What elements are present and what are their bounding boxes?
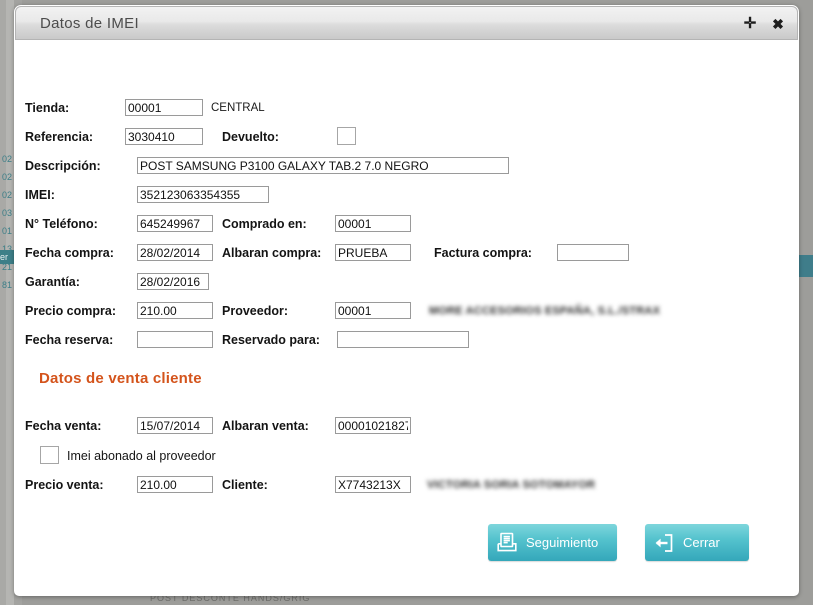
input-fecha-compra[interactable]	[137, 244, 213, 261]
input-albaran-compra[interactable]	[335, 244, 411, 261]
checkbox-devuelto[interactable]	[337, 127, 356, 145]
input-factura-compra[interactable]	[557, 244, 629, 261]
row-imei-abonado: Imei abonado al proveedor	[15, 443, 798, 469]
printer-icon	[488, 524, 526, 561]
input-fecha-reserva[interactable]	[137, 331, 213, 348]
text-cliente-nombre: VICTORIA SORIA SOTOMAYOR	[427, 479, 596, 491]
maximize-icon[interactable]: ✛	[739, 7, 761, 41]
row-tienda: Tienda: CENTRAL	[15, 95, 798, 121]
dialog-body: Tienda: CENTRAL Referencia: Devuelto: De…	[15, 40, 798, 596]
row-fecha-compra: Fecha compra: Albaran compra: Factura co…	[15, 240, 798, 266]
cerrar-button[interactable]: Cerrar	[645, 524, 749, 561]
input-garantia[interactable]	[137, 273, 209, 290]
dialog-title: Datos de IMEI	[40, 15, 139, 32]
row-fecha-reserva: Fecha reserva: Reservado para:	[15, 327, 798, 353]
section-title-venta-cliente: Datos de venta cliente	[39, 370, 202, 387]
input-proveedor[interactable]	[335, 302, 411, 319]
label-referencia: Referencia:	[25, 130, 94, 144]
input-referencia[interactable]	[125, 128, 203, 145]
row-descripcion: Descripción:	[15, 153, 798, 179]
label-precio-venta: Precio venta:	[25, 478, 104, 492]
input-reservado-para[interactable]	[337, 331, 469, 348]
label-fecha-compra: Fecha compra:	[25, 246, 114, 260]
label-fecha-venta: Fecha venta:	[25, 419, 102, 433]
input-telefono[interactable]	[137, 215, 213, 232]
input-cliente[interactable]	[335, 476, 411, 493]
label-imei: IMEI:	[25, 188, 55, 202]
label-imei-abonado: Imei abonado al proveedor	[67, 449, 216, 463]
input-comprado-en[interactable]	[335, 215, 411, 232]
seguimiento-button[interactable]: Seguimiento	[488, 524, 617, 561]
input-tienda[interactable]	[125, 99, 203, 116]
input-albaran-venta[interactable]	[335, 417, 411, 434]
input-precio-compra[interactable]	[137, 302, 213, 319]
label-comprado-en: Comprado en:	[222, 217, 307, 231]
label-proveedor: Proveedor:	[222, 304, 288, 318]
label-telefono: N° Teléfono:	[25, 217, 98, 231]
input-descripcion[interactable]	[137, 157, 509, 174]
label-factura-compra: Factura compra:	[434, 246, 532, 260]
label-fecha-reserva: Fecha reserva:	[25, 333, 114, 347]
row-imei: IMEI:	[15, 182, 798, 208]
label-descripcion: Descripción:	[25, 159, 101, 173]
exit-icon	[645, 524, 683, 561]
dialog-titlebar: Datos de IMEI ✛ ✖	[15, 6, 798, 40]
row-referencia: Referencia: Devuelto:	[15, 124, 798, 150]
row-precio-compra: Precio compra: Proveedor: MORE ACCESORIO…	[15, 298, 798, 324]
label-cliente: Cliente:	[222, 478, 268, 492]
label-tienda: Tienda:	[25, 101, 70, 115]
label-albaran-venta: Albaran venta:	[222, 419, 309, 433]
label-precio-compra: Precio compra:	[25, 304, 117, 318]
close-icon[interactable]: ✖	[767, 7, 789, 41]
label-albaran-compra: Albaran compra:	[222, 246, 322, 260]
text-proveedor-nombre: MORE ACCESORIOS ESPAÑA, S.L./STRAX	[429, 305, 661, 317]
row-fecha-venta: Fecha venta: Albaran venta:	[15, 413, 798, 439]
imei-data-dialog: Datos de IMEI ✛ ✖ Tienda: CENTRAL Refere…	[14, 5, 799, 596]
text-tienda-nombre: CENTRAL	[211, 102, 265, 114]
row-precio-venta: Precio venta: Cliente: VICTORIA SORIA SO…	[15, 472, 798, 498]
row-garantia: Garantía:	[15, 269, 798, 295]
row-telefono: N° Teléfono: Comprado en:	[15, 211, 798, 237]
label-devuelto: Devuelto:	[222, 130, 279, 144]
label-reservado-para: Reservado para:	[222, 333, 320, 347]
input-fecha-venta[interactable]	[137, 417, 213, 434]
seguimiento-button-label: Seguimiento	[526, 535, 599, 550]
checkbox-imei-abonado[interactable]	[40, 446, 59, 464]
input-precio-venta[interactable]	[137, 476, 213, 493]
input-imei[interactable]	[137, 186, 269, 203]
label-garantia: Garantía:	[25, 275, 80, 289]
cerrar-button-label: Cerrar	[683, 535, 720, 550]
